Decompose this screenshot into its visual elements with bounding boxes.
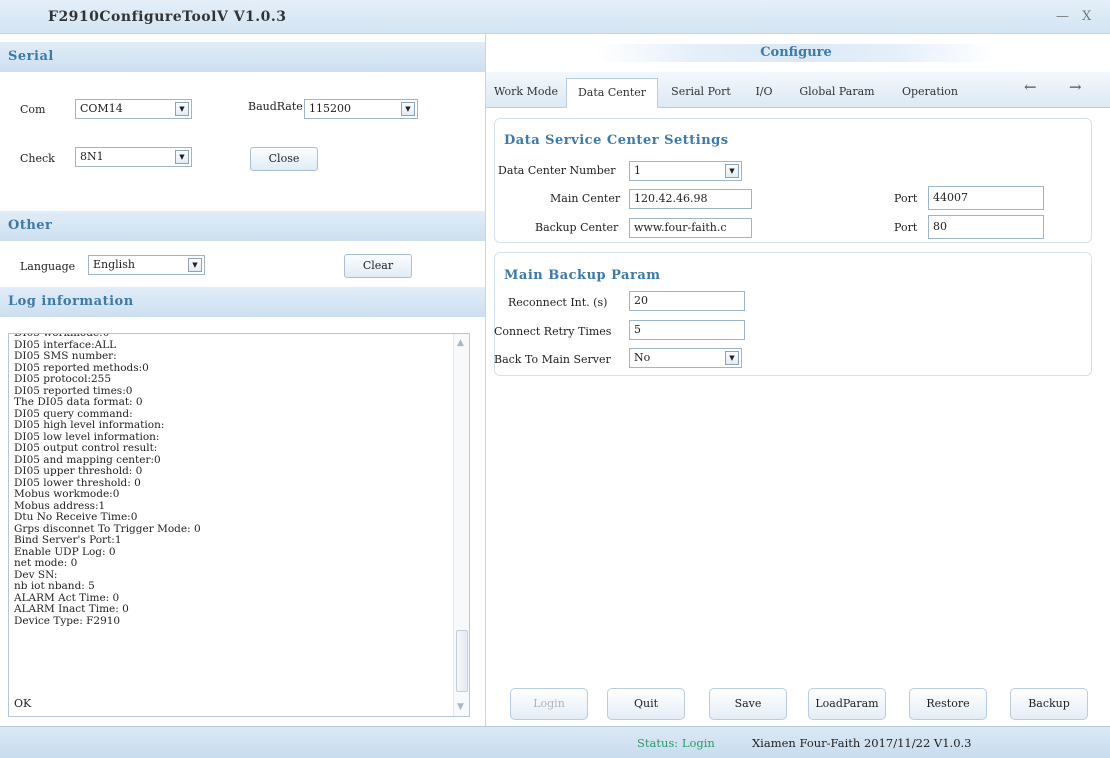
data-center-number-value: 1 [634, 164, 641, 177]
log-header: Log information [0, 287, 485, 317]
scroll-thumb[interactable] [456, 630, 468, 692]
log-line: Device Type: F2910 [14, 614, 121, 627]
baudrate-label: BaudRate [248, 100, 303, 113]
log-line: DI05 output control result: [14, 442, 158, 454]
other-header: Other [0, 211, 485, 241]
tab-data-center[interactable]: Data Center [566, 78, 658, 108]
data-center-title: Data Service Center Settings [504, 133, 729, 148]
left-panel: Serial Com COM14 ▼ BaudRate 115200 ▼ Che… [0, 34, 485, 726]
backup-center-input[interactable]: www.four-faith.c [629, 218, 752, 238]
baudrate-select[interactable]: 115200 ▼ [304, 99, 418, 119]
clear-log-button[interactable]: Clear [344, 254, 412, 278]
log-area[interactable]: DI05 workmode:0DI05 interface:ALLDI05 SM… [8, 333, 470, 717]
backup-port-input[interactable]: 80 [928, 215, 1044, 239]
baudrate-value: 115200 [309, 102, 351, 115]
tab-operation[interactable]: Operation [892, 78, 968, 108]
back-to-main-value: No [634, 351, 651, 364]
backup-center-label: Backup Center [535, 221, 619, 234]
configure-title: Configure [596, 44, 996, 62]
main-backup-title: Main Backup Param [504, 268, 661, 283]
status-text: Status: Login [637, 736, 715, 750]
com-select[interactable]: COM14 ▼ [75, 99, 192, 119]
quit-button[interactable]: Quit [607, 688, 685, 720]
main-center-input[interactable]: 120.42.46.98 [629, 189, 752, 209]
login-button[interactable]: Login [510, 688, 588, 720]
reconnect-input[interactable]: 20 [629, 291, 745, 311]
app-title: F2910ConfigureToolV V1.0.3 [48, 9, 287, 25]
check-label: Check [20, 152, 55, 165]
log-line: Mobus workmode:0 [14, 488, 120, 500]
chevron-down-icon: ▼ [401, 102, 415, 116]
log-line: nb iot nband: 5 [14, 580, 95, 592]
tab-serial-port[interactable]: Serial Port [660, 78, 742, 108]
tab-work-mode[interactable]: Work Mode [488, 78, 564, 108]
log-line: DI05 SMS number: [14, 350, 117, 362]
tab-bar: Work Mode Data Center Serial Port I/O Gl… [486, 72, 1110, 108]
log-line: ALARM Inact Time: 0 [14, 603, 129, 615]
log-line: The DI05 data format: 0 [14, 396, 143, 408]
reconnect-label: Reconnect Int. (s) [508, 296, 608, 309]
chevron-down-icon: ▼ [175, 102, 189, 116]
log-line: DI05 protocol:255 [14, 373, 112, 385]
chevron-down-icon: ▼ [725, 351, 739, 365]
check-select[interactable]: 8N1 ▼ [75, 147, 192, 167]
check-value: 8N1 [80, 150, 104, 163]
back-to-main-select[interactable]: No ▼ [629, 348, 742, 368]
log-line: DI05 high level information: [14, 419, 165, 431]
company-version-text: Xiamen Four-Faith 2017/11/22 V1.0.3 [752, 736, 972, 750]
log-line: Enable UDP Log: 0 [14, 545, 116, 558]
configure-panel: Configure Work Mode Data Center Serial P… [485, 34, 1110, 726]
log-last-line: OK [14, 697, 32, 710]
status-bar: Status: Login Xiamen Four-Faith 2017/11/… [0, 726, 1110, 758]
minimize-button[interactable]: — [1056, 9, 1069, 24]
prev-tab-button[interactable]: ← [1024, 78, 1037, 96]
main-port-label: Port [894, 192, 918, 205]
log-line: net mode: 0 [14, 557, 78, 569]
backup-button[interactable]: Backup [1010, 688, 1088, 720]
loadparam-button[interactable]: LoadParam [808, 688, 886, 720]
scroll-up-icon[interactable]: ▲ [457, 338, 464, 348]
chevron-down-icon: ▼ [725, 164, 739, 178]
main-center-label: Main Center [550, 192, 621, 205]
com-value: COM14 [80, 102, 123, 115]
data-center-number-label: Data Center Number [498, 164, 616, 177]
language-value: English [93, 258, 135, 271]
close-window-button[interactable]: X [1082, 9, 1091, 24]
log-line: Dtu No Receive Time:0 [14, 511, 138, 523]
tab-global-param[interactable]: Global Param [788, 78, 886, 108]
chevron-down-icon: ▼ [175, 150, 189, 164]
scroll-down-icon[interactable]: ▼ [457, 702, 464, 712]
back-to-main-label: Back To Main Server [494, 353, 611, 366]
language-label: Language [20, 260, 76, 273]
serial-header: Serial [0, 42, 485, 72]
title-bar: F2910ConfigureToolV V1.0.3 — X [0, 0, 1110, 34]
log-line: Bind Server's Port:1 [14, 534, 122, 546]
com-label: Com [20, 103, 46, 116]
close-port-button[interactable]: Close [250, 147, 318, 171]
chevron-down-icon: ▼ [188, 258, 202, 272]
restore-button[interactable]: Restore [909, 688, 987, 720]
backup-port-label: Port [894, 221, 918, 234]
retry-times-input[interactable]: 5 [629, 320, 745, 340]
log-scrollbar[interactable]: ▲ ▼ [453, 334, 469, 716]
save-button[interactable]: Save [709, 688, 787, 720]
tab-io[interactable]: I/O [748, 78, 780, 108]
retry-times-label: Connect Retry Times [494, 325, 612, 338]
data-center-number-select[interactable]: 1 ▼ [629, 161, 742, 181]
language-select[interactable]: English ▼ [88, 255, 205, 275]
main-port-input[interactable]: 44007 [928, 186, 1044, 210]
log-content: DI05 workmode:0DI05 interface:ALLDI05 SM… [14, 334, 444, 684]
log-line: DI05 upper threshold: 0 [14, 465, 143, 477]
next-tab-button[interactable]: → [1069, 78, 1082, 96]
